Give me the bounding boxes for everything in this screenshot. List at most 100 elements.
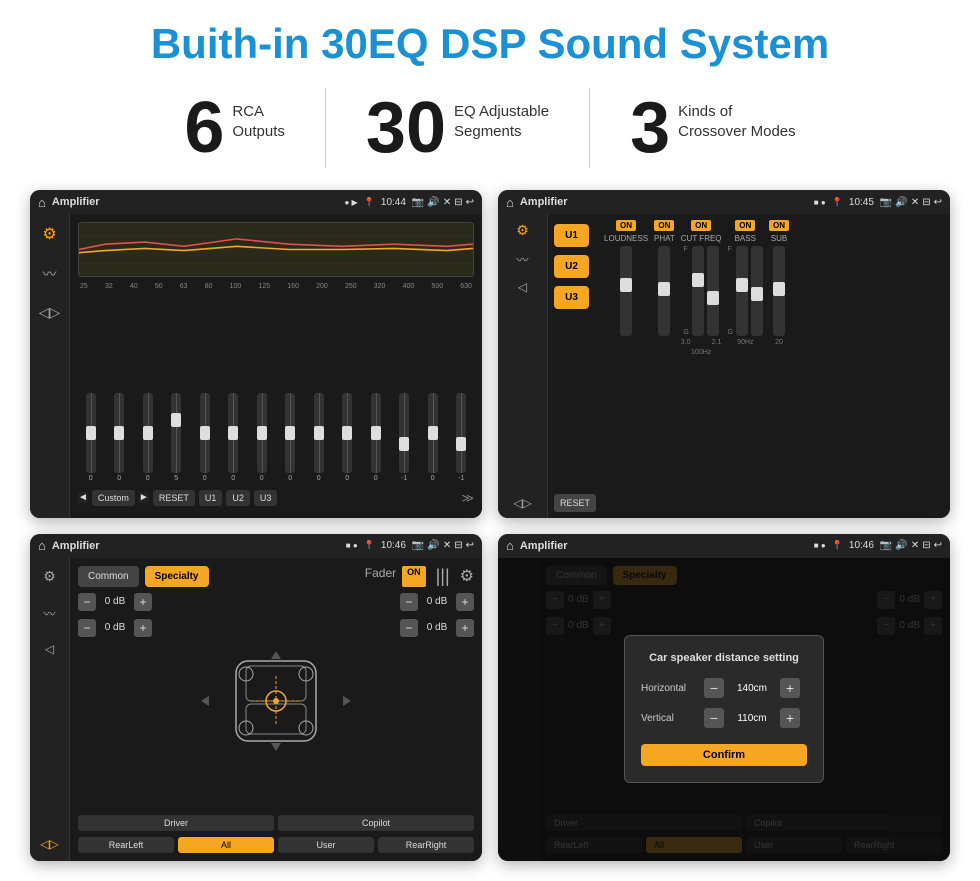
status-bar-bl: ⌂ Amplifier ■ ● 📍 10:46 📷 🔊 ✕ ⊟ ↩ (30, 534, 482, 558)
vol-plus-3[interactable]: + (456, 593, 474, 611)
phat-slider[interactable] (658, 246, 670, 336)
location-icon-bl: 📍 (364, 540, 375, 551)
channel-loudness: ON LOUDNESS (604, 220, 648, 512)
u2-button[interactable]: U2 (554, 255, 589, 278)
preset-expand-icon[interactable]: ◁▷ (513, 496, 531, 510)
eq-u3-button[interactable]: U3 (254, 490, 278, 506)
reset-button-tr[interactable]: RESET (554, 494, 596, 512)
preset-u-column: U1 U2 U3 RESET (554, 220, 596, 512)
fader-left-sidebar: ⚙ 〰 ◁ ◁▷ (30, 558, 70, 862)
vertical-row: Vertical − 110cm + (641, 708, 807, 728)
eq-slider-14: -1 (456, 393, 466, 482)
vol-val-2: 0 dB (100, 622, 130, 633)
preset-screen-content: ⚙ 〰 ◁ ◁▷ U1 U2 U3 RESET ON (498, 214, 950, 518)
fader-wave-icon[interactable]: 〰 (43, 605, 55, 622)
channel-bass: ON BASS FG (728, 220, 763, 512)
close-icon-bl: ✕ (443, 540, 451, 551)
vol-minus-3[interactable]: − (400, 593, 418, 611)
preset-vol-icon[interactable]: ◁ (518, 280, 527, 294)
u3-button[interactable]: U3 (554, 286, 589, 309)
horizontal-plus-button[interactable]: + (780, 678, 800, 698)
bass-slider-f[interactable] (736, 246, 748, 336)
eq-u2-button[interactable]: U2 (226, 490, 250, 506)
preset-filter-icon[interactable]: ⚙ (516, 222, 529, 239)
rearright-button[interactable]: RearRight (378, 837, 474, 853)
eq-u1-button[interactable]: U1 (199, 490, 223, 506)
location-icon-tr: 📍 (832, 197, 843, 208)
eq-custom-button[interactable]: Custom (92, 490, 135, 506)
fader-screen-content: ⚙ 〰 ◁ ◁▷ Common Specialty Fader ON ||| ⚙ (30, 558, 482, 862)
vol-controls-left: − 0 dB + − 0 dB + (78, 593, 152, 810)
cutfreq-labels-f: FG (683, 246, 688, 336)
eq-reset-button[interactable]: RESET (153, 490, 195, 506)
vol-val-4: 0 dB (422, 622, 452, 633)
vol-minus-4[interactable]: − (400, 619, 418, 637)
main-title: Buith-in 30EQ DSP Sound System (151, 20, 829, 68)
bottom-btns-bl-2: RearLeft All User RearRight (78, 837, 474, 853)
vol-plus-4[interactable]: + (456, 619, 474, 637)
bottom-btns-bl: Driver Copilot (78, 815, 474, 831)
vol-minus-1[interactable]: − (78, 593, 96, 611)
cutfreq-slider-f[interactable] (692, 246, 704, 336)
horizontal-label: Horizontal (641, 683, 696, 694)
fader-label-text: Fader (365, 566, 396, 587)
status-icons-br: 📷 🔊 ✕ ⊟ ↩ (880, 540, 942, 551)
home-icon-tl[interactable]: ⌂ (38, 195, 46, 210)
eq-wave-icon[interactable]: 〰 (43, 264, 57, 284)
eq-prev-button[interactable]: ◄ (78, 492, 88, 503)
vertical-plus-button[interactable]: + (780, 708, 800, 728)
fader-expand-icon[interactable]: ◁▷ (40, 837, 58, 851)
vol-minus-2[interactable]: − (78, 619, 96, 637)
fader-slider-mini[interactable]: ||| (436, 566, 450, 587)
close-icon-br: ✕ (911, 540, 919, 551)
vol-plus-2[interactable]: + (134, 619, 152, 637)
tab-specialty[interactable]: Specialty (145, 566, 209, 587)
settings-icon-bl[interactable]: ⚙ (460, 566, 474, 587)
driver-button[interactable]: Driver (78, 815, 274, 831)
bass-slider-g[interactable] (751, 246, 763, 336)
rearleft-button[interactable]: RearLeft (78, 837, 174, 853)
home-icon-tr[interactable]: ⌂ (506, 195, 514, 210)
location-icon-br: 📍 (832, 540, 843, 551)
preset-wave-icon[interactable]: 〰 (516, 251, 528, 268)
time-tr: 10:45 (849, 197, 874, 208)
home-icon-br[interactable]: ⌂ (506, 538, 514, 553)
stat-number-rca: 6 (184, 92, 224, 164)
u1-button[interactable]: U1 (554, 224, 589, 247)
fader-filter-icon[interactable]: ⚙ (43, 568, 56, 585)
stat-eq: 30 EQ AdjustableSegments (326, 92, 589, 164)
amplifier-title-br: Amplifier (520, 540, 808, 552)
screen-eq: ⌂ Amplifier ● ▶ 📍 10:44 📷 🔊 ✕ ⊟ ↩ ⚙ 〰 ◁▷ (30, 190, 482, 518)
eq-filter-icon[interactable]: ⚙ (42, 224, 56, 244)
preset-left-sidebar: ⚙ 〰 ◁ ◁▷ (498, 214, 548, 518)
vertical-minus-button[interactable]: − (704, 708, 724, 728)
confirm-button[interactable]: Confirm (641, 744, 807, 766)
car-svg (196, 646, 356, 756)
tab-common[interactable]: Common (78, 566, 139, 587)
copilot-button[interactable]: Copilot (278, 815, 474, 831)
loudness-slider[interactable] (620, 246, 632, 336)
horizontal-minus-button[interactable]: − (704, 678, 724, 698)
eq-slider-9: 0 (314, 393, 324, 482)
channel-phat: ON PHAT (654, 220, 675, 512)
window-icon-tr: ⊟ (922, 197, 930, 208)
window-icon-tl: ⊟ (454, 197, 462, 208)
channel-sub: ON SUB 20 (769, 220, 789, 512)
vol-plus-1[interactable]: + (134, 593, 152, 611)
fader-vol-icon[interactable]: ◁ (45, 642, 54, 656)
eq-slider-5: 0 (200, 393, 210, 482)
preset-main-area: U1 U2 U3 RESET ON LOUDNESS (548, 214, 950, 518)
eq-slider-4: 5 (171, 393, 181, 482)
user-button[interactable]: User (278, 837, 374, 853)
cutfreq-slider-g[interactable] (707, 246, 719, 336)
sub-slider[interactable] (773, 246, 785, 336)
all-button[interactable]: All (178, 837, 274, 853)
eq-next-button[interactable]: ► (139, 492, 149, 503)
eq-volume-icon[interactable]: ◁▷ (39, 304, 61, 321)
volume-icon-tl: 🔊 (427, 197, 439, 208)
dialog-overlay: Car speaker distance setting Horizontal … (498, 558, 950, 862)
vol-row-2: − 0 dB + (78, 619, 152, 637)
bass-labels: FG (728, 246, 733, 336)
camera-icon-bl: 📷 (412, 540, 424, 551)
home-icon-bl[interactable]: ⌂ (38, 538, 46, 553)
